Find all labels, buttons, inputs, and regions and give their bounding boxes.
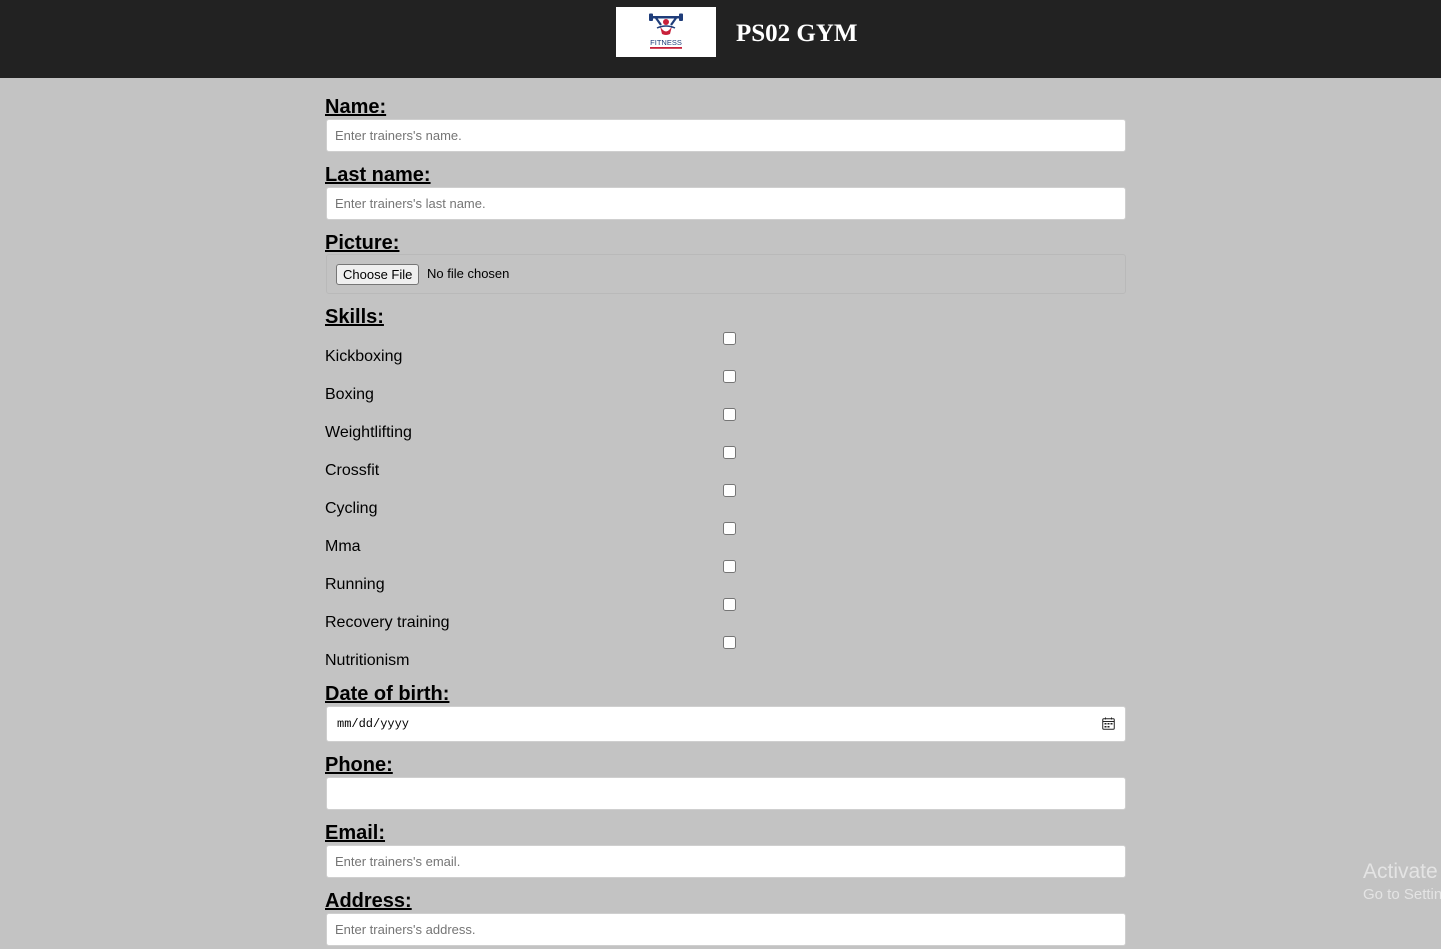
skill-checkbox[interactable]	[723, 560, 736, 573]
name-input[interactable]	[326, 119, 1126, 152]
skill-label: Nutritionism	[325, 652, 410, 669]
date-of-birth-label: Date of birth:	[325, 683, 450, 705]
skill-label: Kickboxing	[325, 348, 403, 365]
skill-checkbox[interactable]	[723, 446, 736, 459]
trainer-form: Name: Last name: Picture: Choose File No…	[325, 78, 1126, 949]
watermark-line-1: Activate Windows	[1363, 860, 1441, 883]
skill-checkbox[interactable]	[723, 332, 736, 345]
skill-checkbox[interactable]	[723, 370, 736, 383]
date-placeholder: mm/dd/yyyy	[337, 717, 410, 731]
skill-label: Recovery training	[325, 614, 450, 631]
skill-checkbox[interactable]	[723, 408, 736, 421]
calendar-icon[interactable]	[1102, 717, 1115, 730]
phone-label: Phone:	[325, 754, 393, 776]
address-label: Address:	[325, 890, 412, 912]
picture-file-input[interactable]: Choose File No file chosen	[326, 254, 1126, 294]
name-label: Name:	[325, 96, 387, 118]
header-bar: FITNESS PS02 GYM	[0, 0, 1441, 78]
brand-title: PS02 GYM	[736, 20, 858, 47]
skill-checkbox[interactable]	[723, 636, 736, 649]
date-of-birth-input[interactable]: mm/dd/yyyy	[326, 706, 1126, 742]
picture-label: Picture:	[325, 232, 400, 254]
choose-file-button[interactable]: Choose File	[336, 264, 420, 285]
skill-checkbox[interactable]	[723, 598, 736, 611]
skill-checkbox[interactable]	[723, 484, 736, 497]
file-status-text: No file chosen	[427, 266, 510, 281]
skill-label: Mma	[325, 538, 361, 555]
svg-text:FITNESS: FITNESS	[650, 38, 682, 47]
last-name-label: Last name:	[325, 164, 431, 186]
email-label: Email:	[325, 822, 386, 844]
watermark-line-2: Go to Settings to activate Windows.	[1363, 886, 1441, 903]
skill-label: Boxing	[325, 386, 374, 403]
skill-label: Crossfit	[325, 462, 380, 479]
skill-label: Running	[325, 576, 385, 593]
address-input[interactable]	[326, 913, 1126, 946]
phone-input[interactable]	[326, 777, 1126, 810]
skills-label: Skills:	[325, 306, 384, 328]
fitness-logo-icon: FITNESS	[649, 13, 683, 49]
skill-label: Weightlifting	[325, 424, 412, 441]
skill-label: Cycling	[325, 500, 378, 517]
gym-logo[interactable]: FITNESS	[616, 7, 716, 57]
last-name-input[interactable]	[326, 187, 1126, 220]
skill-checkbox[interactable]	[723, 522, 736, 535]
windows-activation-watermark: Activate Windows Go to Settings to activ…	[1363, 859, 1441, 905]
email-input[interactable]	[326, 845, 1126, 878]
